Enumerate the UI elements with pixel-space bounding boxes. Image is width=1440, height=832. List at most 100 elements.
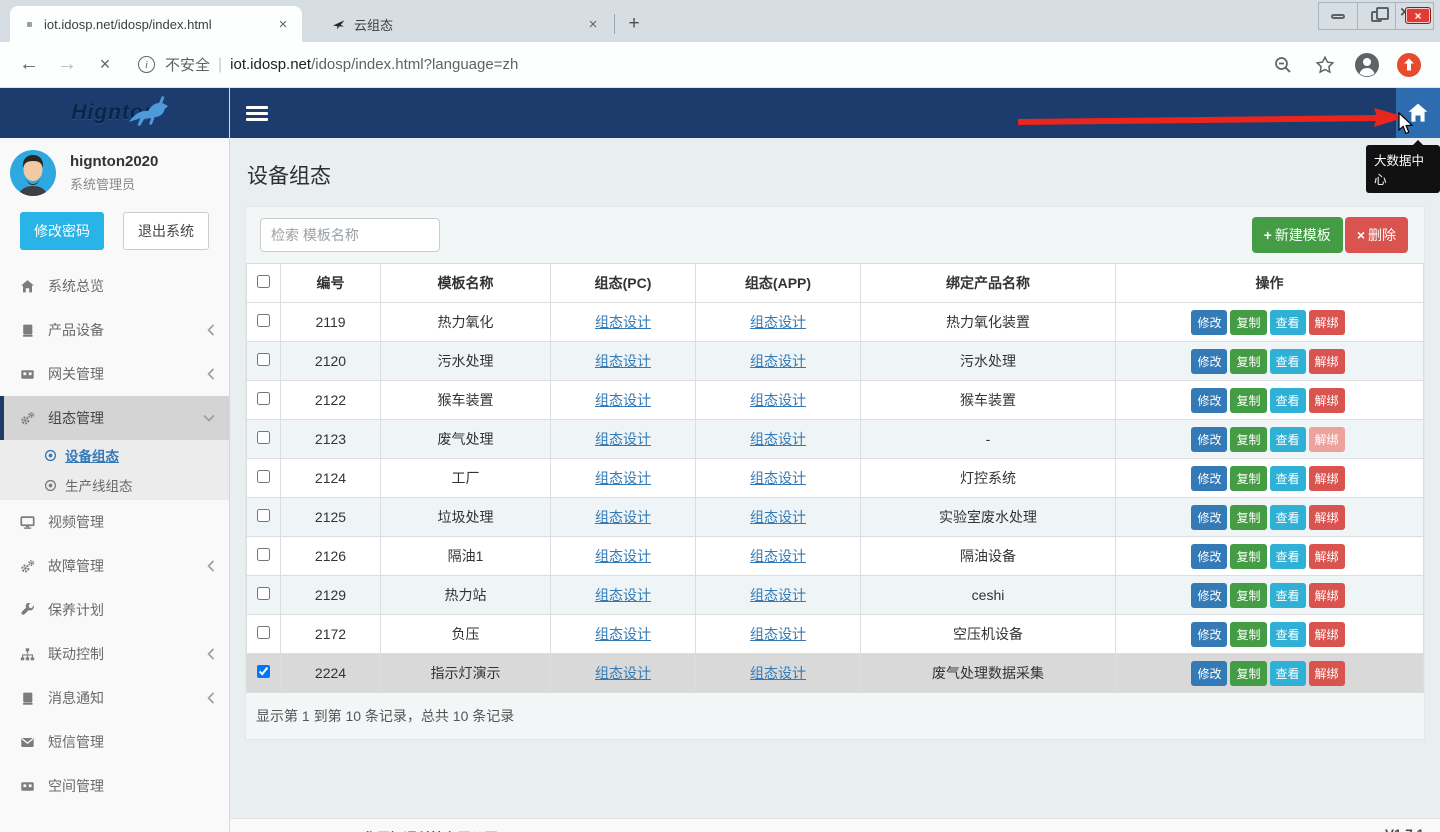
app-config-design-link[interactable]: 组态设计: [750, 353, 806, 369]
pc-config-design-link[interactable]: 组态设计: [595, 431, 651, 447]
sidebar-item-8[interactable]: 消息通知: [0, 676, 229, 720]
app-config-design-link[interactable]: 组态设计: [750, 665, 806, 681]
app-config-design-link[interactable]: 组态设计: [750, 431, 806, 447]
app-config-design-link[interactable]: 组态设计: [750, 626, 806, 642]
action-unbind-button[interactable]: 解绑: [1309, 388, 1345, 413]
action-view-button[interactable]: 查看: [1270, 505, 1306, 530]
action-copy-button[interactable]: 复制: [1230, 310, 1266, 335]
action-view-button[interactable]: 查看: [1270, 583, 1306, 608]
action-unbind-button[interactable]: 解绑: [1309, 661, 1345, 686]
app-config-design-link[interactable]: 组态设计: [750, 548, 806, 564]
window-minimize-button[interactable]: [1319, 3, 1357, 29]
delete-button[interactable]: ×删除: [1345, 217, 1408, 253]
action-view-button[interactable]: 查看: [1270, 427, 1306, 452]
app-config-design-link[interactable]: 组态设计: [750, 509, 806, 525]
app-config-design-link[interactable]: 组态设计: [750, 392, 806, 408]
pc-config-design-link[interactable]: 组态设计: [595, 626, 651, 642]
action-modify-button[interactable]: 修改: [1191, 583, 1227, 608]
action-view-button[interactable]: 查看: [1270, 544, 1306, 569]
pc-config-design-link[interactable]: 组态设计: [595, 587, 651, 603]
row-checkbox[interactable]: [257, 548, 270, 561]
sidebar-item-2[interactable]: 网关管理: [0, 352, 229, 396]
action-modify-button[interactable]: 修改: [1191, 466, 1227, 491]
action-copy-button[interactable]: 复制: [1230, 622, 1266, 647]
change-password-button[interactable]: 修改密码: [20, 212, 104, 250]
url-bar[interactable]: i 不安全 | iot.idosp.net /idosp/index.html?…: [132, 54, 1254, 75]
action-unbind-button[interactable]: 解绑: [1309, 583, 1345, 608]
action-copy-button[interactable]: 复制: [1230, 466, 1266, 491]
tab-close-icon[interactable]: ×: [584, 15, 602, 33]
select-all-checkbox[interactable]: [257, 275, 270, 288]
action-copy-button[interactable]: 复制: [1230, 661, 1266, 686]
action-unbind-button[interactable]: 解绑: [1309, 505, 1345, 530]
window-restore-button[interactable]: [1357, 3, 1395, 29]
pc-config-design-link[interactable]: 组态设计: [595, 392, 651, 408]
action-modify-button[interactable]: 修改: [1191, 622, 1227, 647]
action-view-button[interactable]: 查看: [1270, 310, 1306, 335]
sidebar-item-1[interactable]: 产品设备: [0, 308, 229, 352]
new-template-button[interactable]: +新建模板: [1252, 217, 1343, 253]
pc-config-design-link[interactable]: 组态设计: [595, 314, 651, 330]
sidebar-item-9[interactable]: 短信管理: [0, 720, 229, 764]
pc-config-design-link[interactable]: 组态设计: [595, 470, 651, 486]
action-copy-button[interactable]: 复制: [1230, 505, 1266, 530]
action-view-button[interactable]: 查看: [1270, 661, 1306, 686]
action-unbind-button[interactable]: 解绑: [1309, 466, 1345, 491]
bookmark-star-icon[interactable]: [1310, 50, 1340, 80]
forward-icon[interactable]: →: [52, 50, 82, 80]
pc-config-design-link[interactable]: 组态设计: [595, 509, 651, 525]
submenu-item-0[interactable]: 设备组态: [0, 440, 229, 470]
tab-close-icon[interactable]: ×: [274, 15, 292, 33]
app-config-design-link[interactable]: 组态设计: [750, 587, 806, 603]
row-checkbox[interactable]: [257, 626, 270, 639]
pc-config-design-link[interactable]: 组态设计: [595, 665, 651, 681]
action-modify-button[interactable]: 修改: [1191, 661, 1227, 686]
extension-up-arrow-icon[interactable]: [1394, 50, 1424, 80]
row-checkbox[interactable]: [257, 587, 270, 600]
app-config-design-link[interactable]: 组态设计: [750, 470, 806, 486]
sidebar-item-0[interactable]: 系统总览: [0, 264, 229, 308]
zoom-out-icon[interactable]: [1268, 50, 1298, 80]
back-icon[interactable]: ←: [14, 50, 44, 80]
window-close-button[interactable]: × ×: [1395, 3, 1433, 29]
sidebar-item-5[interactable]: 故障管理: [0, 544, 229, 588]
action-view-button[interactable]: 查看: [1270, 466, 1306, 491]
row-checkbox[interactable]: [257, 431, 270, 444]
row-checkbox[interactable]: [257, 353, 270, 366]
action-copy-button[interactable]: 复制: [1230, 544, 1266, 569]
action-modify-button[interactable]: 修改: [1191, 310, 1227, 335]
page-info-icon[interactable]: i: [138, 56, 155, 73]
action-view-button[interactable]: 查看: [1270, 349, 1306, 374]
browser-tab-2[interactable]: 云组态 ×: [320, 6, 612, 42]
row-checkbox[interactable]: [257, 665, 270, 678]
action-unbind-button[interactable]: 解绑: [1309, 544, 1345, 569]
action-unbind-button[interactable]: 解绑: [1309, 622, 1345, 647]
stop-icon[interactable]: ×: [90, 50, 120, 80]
action-unbind-button[interactable]: 解绑: [1309, 349, 1345, 374]
submenu-item-1[interactable]: 生产线组态: [0, 470, 229, 500]
row-checkbox[interactable]: [257, 470, 270, 483]
row-checkbox[interactable]: [257, 314, 270, 327]
row-checkbox[interactable]: [257, 509, 270, 522]
logout-button[interactable]: 退出系统: [123, 212, 209, 250]
action-view-button[interactable]: 查看: [1270, 622, 1306, 647]
big-data-center-home-button[interactable]: [1396, 88, 1440, 138]
action-modify-button[interactable]: 修改: [1191, 388, 1227, 413]
search-input[interactable]: [260, 218, 440, 252]
action-unbind-button[interactable]: 解绑: [1309, 310, 1345, 335]
action-modify-button[interactable]: 修改: [1191, 349, 1227, 374]
action-modify-button[interactable]: 修改: [1191, 544, 1227, 569]
action-copy-button[interactable]: 复制: [1230, 349, 1266, 374]
hamburger-menu-icon[interactable]: [246, 106, 268, 121]
app-config-design-link[interactable]: 组态设计: [750, 314, 806, 330]
new-tab-button[interactable]: +: [621, 11, 647, 37]
action-copy-button[interactable]: 复制: [1230, 427, 1266, 452]
sidebar-item-7[interactable]: 联动控制: [0, 632, 229, 676]
action-modify-button[interactable]: 修改: [1191, 427, 1227, 452]
row-checkbox[interactable]: [257, 392, 270, 405]
action-unbind-button[interactable]: 解绑: [1309, 427, 1345, 452]
browser-tab-1[interactable]: iot.idosp.net/idosp/index.html ×: [10, 6, 302, 42]
profile-avatar-icon[interactable]: [1352, 50, 1382, 80]
action-view-button[interactable]: 查看: [1270, 388, 1306, 413]
sidebar-item-6[interactable]: 保养计划: [0, 588, 229, 632]
